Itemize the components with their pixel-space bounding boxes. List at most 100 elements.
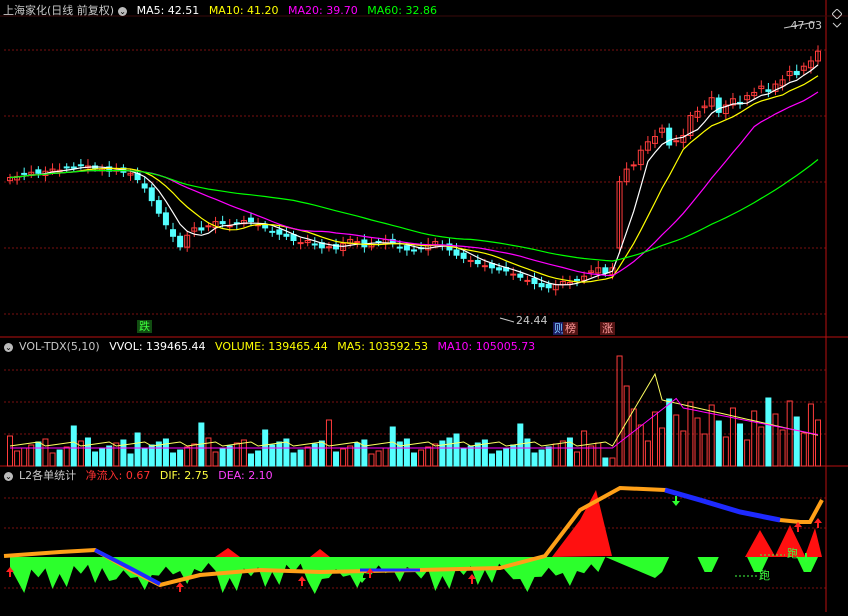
die-tag[interactable]: 跌	[137, 320, 152, 333]
candle-body	[666, 127, 673, 146]
candle-body	[496, 267, 503, 271]
chevron-down-icon[interactable]: ⌄	[4, 471, 13, 481]
candle-body	[460, 252, 467, 259]
volume-bar	[304, 446, 311, 467]
candle-body	[574, 278, 581, 281]
volume-bar	[637, 424, 644, 467]
candle-body	[630, 164, 637, 167]
candle-body	[510, 273, 517, 276]
volume-bar	[21, 447, 28, 467]
zhang-tag[interactable]: 涨	[600, 322, 615, 335]
volume-bar	[737, 423, 744, 467]
volume-bar	[177, 449, 184, 467]
restore-icon[interactable]	[832, 14, 842, 28]
candle-body	[765, 89, 772, 92]
diamond-icon[interactable]	[831, 4, 843, 20]
chevron-down-icon[interactable]: ⌄	[118, 6, 128, 16]
volume-bar	[141, 447, 148, 467]
volume-bar	[616, 355, 623, 467]
volume-bar	[361, 439, 368, 467]
candle-body	[77, 164, 84, 167]
volume-bar	[772, 413, 779, 467]
volume-bar	[488, 453, 495, 467]
candle-body	[517, 273, 524, 278]
volume-bar	[14, 450, 21, 467]
candle-body	[524, 279, 531, 282]
volume-bar	[673, 414, 680, 467]
volume-bar	[651, 411, 658, 467]
volume-bar	[290, 452, 297, 467]
volume-bar	[354, 442, 361, 467]
candle-body	[481, 265, 488, 268]
volume-bar	[418, 449, 425, 467]
stock-title[interactable]: 上海家化(日线 前复权)	[3, 4, 114, 17]
chart-svg	[0, 0, 848, 612]
volume-bar	[800, 432, 807, 467]
volume-bar	[644, 440, 651, 467]
volume-bar	[467, 445, 474, 467]
vol-ma10-label: MA10: 105005.73	[437, 340, 536, 353]
volume-bar	[382, 447, 389, 467]
candle-body	[219, 221, 226, 225]
volume-bar	[432, 443, 439, 467]
bang-tag[interactable]: 榜	[563, 322, 578, 335]
volume-bar	[212, 451, 219, 467]
candle-body	[63, 166, 70, 169]
volume-bar	[311, 443, 318, 467]
volume-bar	[35, 441, 42, 467]
volume-bar	[325, 419, 332, 467]
candle-body	[297, 242, 304, 245]
volume-bar	[92, 451, 99, 467]
volume-bar	[496, 450, 503, 467]
vol-ma5-label: MA5: 103592.53	[337, 340, 428, 353]
net-inflow-label: 净流入: 0.67	[85, 469, 151, 482]
volume-bar	[559, 440, 566, 467]
ma20-label: MA20: 39.70	[288, 4, 358, 17]
volume-bar	[751, 410, 758, 467]
volume-bar	[84, 437, 91, 467]
vol-ma10-line	[10, 397, 819, 449]
volume-bar	[318, 440, 325, 467]
net-inflow-area	[310, 549, 330, 557]
volume-bar	[162, 438, 169, 467]
buy-arrow-icon	[176, 582, 184, 592]
volume-bar	[375, 450, 382, 467]
net-inflow-area	[745, 525, 822, 557]
candle-body	[21, 172, 28, 175]
candle-body	[396, 246, 403, 249]
volume-bar	[120, 439, 127, 467]
volume-bar	[411, 452, 417, 467]
vol-header: ⌄ VOL-TDX(5,10) VVOL: 139465.44 VOLUME: 1…	[0, 339, 541, 355]
volume-bar	[694, 417, 701, 467]
volume-bar	[453, 433, 460, 467]
volume-bar	[340, 448, 347, 467]
chevron-down-icon[interactable]: ⌄	[4, 342, 13, 352]
volume-bar	[588, 445, 595, 467]
volume-bar	[538, 449, 545, 467]
run-label-1: 跑	[787, 547, 798, 560]
candle-body	[602, 267, 609, 274]
volume-bar	[226, 445, 233, 467]
main-header: 上海家化(日线 前复权) ⌄ MA5: 42.51 MA10: 41.20 MA2…	[0, 3, 443, 19]
volume-bar	[793, 416, 800, 467]
volume-bar	[779, 429, 786, 467]
volume-bar	[56, 449, 63, 467]
l2-header: ⌄ L2各单统计 净流入: 0.67 DIF: 2.75 DEA: 2.10 日成…	[0, 468, 363, 484]
volume-bar	[70, 425, 77, 467]
ma5-label: MA5: 42.51	[136, 4, 200, 17]
volume-bar	[247, 453, 254, 467]
candle-body	[177, 235, 184, 248]
l2-title[interactable]: L2各单统计	[19, 469, 76, 482]
dea-band	[664, 487, 781, 523]
ma60-label: MA60: 32.86	[367, 4, 437, 17]
candle-body	[247, 217, 254, 223]
vol-title[interactable]: VOL-TDX(5,10)	[19, 340, 100, 353]
dif-label: DIF: 2.75	[159, 469, 209, 482]
volume-bar	[701, 433, 708, 467]
volume-bar	[552, 443, 559, 467]
volume-bar	[106, 445, 113, 467]
candle-body	[545, 283, 552, 289]
ma10-label: MA10: 41.20	[208, 4, 279, 17]
candle-body	[354, 241, 361, 244]
candle-body	[276, 229, 283, 235]
